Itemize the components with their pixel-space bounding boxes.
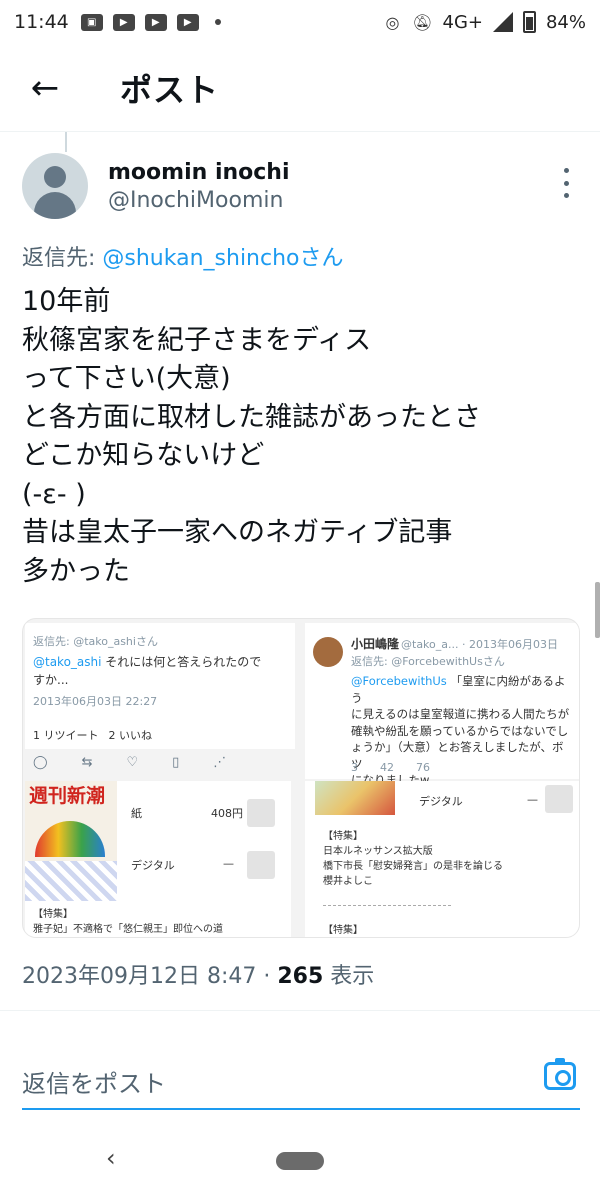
feature-text: 橋下市長「慰安婦発言」の是非を論じる	[323, 861, 503, 872]
embedded-date: 2013年06月03日 22:27	[33, 695, 158, 708]
battery-icon	[522, 11, 536, 33]
avatar[interactable]	[22, 153, 88, 219]
default-avatar-head	[44, 166, 66, 188]
view-label: 表示	[323, 964, 375, 989]
reply-to-label: 返信先:	[22, 246, 103, 271]
scrollbar[interactable]	[595, 582, 600, 638]
tweet-meta: 2023年09月12日 8:47 · 265 表示	[22, 958, 374, 990]
network-type: 4G+	[442, 11, 483, 33]
reply-to-line: 返信先: @shukan_shinchoさん	[22, 240, 344, 272]
system-nav-bar: ‹	[0, 1130, 600, 1200]
bookmark-icon: ▯	[172, 755, 180, 770]
attached-image[interactable]: 返信先: @tako_ashiさん @tako_ashi それには何と答えられた…	[22, 618, 580, 938]
embedded-text-line: すか...	[33, 673, 69, 687]
retweet-icon: ⇆	[81, 755, 93, 770]
nfc-icon: ◎	[385, 12, 400, 32]
magazine-feature: 【特集】 雅子妃」不適格で「悠仁親王」即位への道	[33, 907, 223, 937]
share-icon: ⋰	[213, 755, 227, 770]
digital-label: デジタル	[131, 859, 175, 872]
embedded-name: 小田嶋隆	[351, 637, 400, 651]
embedded-text-line: に見えるのは皇室報道に携わる人間たちが	[351, 707, 570, 721]
cart-icon	[545, 785, 573, 813]
reply-icon: ◯	[33, 755, 48, 770]
tweet-timestamp[interactable]: 2023年09月12日 8:47	[22, 964, 256, 989]
signal-icon	[492, 12, 513, 32]
cover-pattern	[25, 861, 117, 901]
default-avatar-body	[34, 192, 76, 219]
embedded-text-line: それには何と答えられたので	[101, 655, 262, 669]
more-options-icon[interactable]	[556, 168, 576, 198]
feature-text: 日本ルネッサンス拡大版	[323, 846, 433, 857]
embedded-actions-left: ◯ ⇆ ♡ ▯ ⋰	[33, 755, 226, 770]
embedded-text-left: @tako_ashi それには何と答えられたので すか...	[33, 653, 289, 689]
reply-to-mention[interactable]: @shukan_shinchoさん	[102, 246, 343, 271]
embedded-retweets: 1 リツイート	[33, 729, 99, 742]
author-name[interactable]: moomin inochi	[108, 160, 290, 185]
view-count: 265	[277, 964, 324, 989]
umbrella-illustration	[35, 821, 105, 857]
embedded-actions-right: 3 42 76	[351, 761, 430, 774]
digital-price: —	[223, 857, 234, 870]
page-title: ポスト	[120, 70, 220, 109]
embedded-like-count: 76	[416, 761, 430, 774]
mute-icon: 🔕︎	[412, 12, 433, 32]
notification-icons: ▣ ▶ ▶ ▶	[80, 13, 221, 31]
feature-text: 櫻井よしこ	[323, 876, 373, 887]
embedded-stats: 1 リツイート 2 いいね	[33, 727, 152, 743]
reply-placeholder[interactable]: 返信をポスト	[22, 1064, 166, 1099]
embedded-reply-to: 返信先: @tako_ashiさん	[33, 635, 158, 648]
thread-connector	[65, 132, 67, 152]
camera-icon[interactable]	[544, 1058, 576, 1090]
reply-input[interactable]: 返信をポスト	[22, 1048, 580, 1110]
embedded-tweet-right: 小田嶋隆 @tako_a... · 2013年06月03日 返信先: @Forc…	[305, 623, 579, 787]
youtube-icon: ▶	[176, 13, 199, 31]
status-bar: 11:44 ▣ ▶ ▶ ▶ ◎ 🔕︎ 4G+ 84%	[0, 0, 600, 44]
magazine-cover-image: 週刊新潮	[25, 781, 117, 901]
battery-level: 84%	[545, 11, 586, 33]
embedded-mention: @tako_ashi	[33, 655, 102, 669]
embedded-likes: 2 いいね	[108, 729, 153, 742]
divider	[323, 905, 451, 906]
embedded-reply-count: 3	[351, 761, 358, 774]
system-back-icon[interactable]: ‹	[106, 1144, 116, 1172]
author-handle[interactable]: @InochiMoomin	[108, 188, 283, 213]
status-time: 11:44	[14, 11, 69, 33]
paper-price: 408円	[211, 807, 243, 820]
embedded-reply-to: 返信先: @ForcebewithUsさん	[351, 655, 505, 668]
embedded-handle-date: @tako_a... · 2013年06月03日	[401, 638, 558, 651]
embedded-avatar	[313, 637, 343, 667]
feature-heading: 【特集】	[323, 831, 363, 842]
magazine-feature: 【特集】 日本ルネッサンス拡大版 橋下市長「慰安婦発言」の是非を論じる 櫻井よし…	[323, 829, 503, 889]
embedded-tweet-left: 返信先: @tako_ashiさん @tako_ashi それには何と答えられた…	[25, 623, 295, 749]
youtube-icon: ▶	[112, 13, 135, 31]
gallery-icon: ▣	[80, 13, 103, 31]
top-bar: ← ポスト	[0, 44, 600, 132]
embedded-text-line: 確執や紛乱を願っているからではないでし	[351, 723, 569, 738]
embedded-mention: @ForcebewithUs	[351, 674, 447, 688]
embedded-retweet-count: 42	[380, 761, 394, 774]
feature-text: 雅子妃」不適格で「悠仁親王」即位への道	[33, 924, 223, 935]
back-arrow-icon[interactable]: ←	[0, 44, 90, 132]
meta-separator: ·	[256, 964, 278, 989]
paper-label: 紙	[131, 807, 142, 820]
more-notifications-icon	[214, 19, 221, 25]
cart-icon	[247, 799, 275, 827]
magazine-cover-image	[315, 781, 395, 815]
tweet-text: 10年前 秋篠宮家を紀子さまをディス って下さい(大意) と各方面に取材した雑誌…	[22, 286, 481, 587]
magazine-title: 週刊新潮	[29, 785, 106, 807]
system-home-pill[interactable]	[276, 1152, 324, 1170]
digital-label: デジタル	[419, 795, 463, 808]
magazine-listing-left: 週刊新潮 紙 408円 デジタル — 【特集】 雅子妃」不適格で「悠仁親王」即位…	[25, 781, 291, 937]
feature-heading: 【特集】	[33, 909, 73, 920]
like-icon: ♡	[126, 755, 139, 770]
divider	[0, 1010, 600, 1011]
digital-price: —	[527, 793, 538, 806]
magazine-listing-right: デジタル — 【特集】 日本ルネッサンス拡大版 橋下市長「慰安婦発言」の是非を論…	[305, 781, 579, 937]
feature-heading: 【特集】	[323, 925, 363, 936]
cart-icon	[247, 851, 275, 879]
youtube-icon: ▶	[144, 13, 167, 31]
